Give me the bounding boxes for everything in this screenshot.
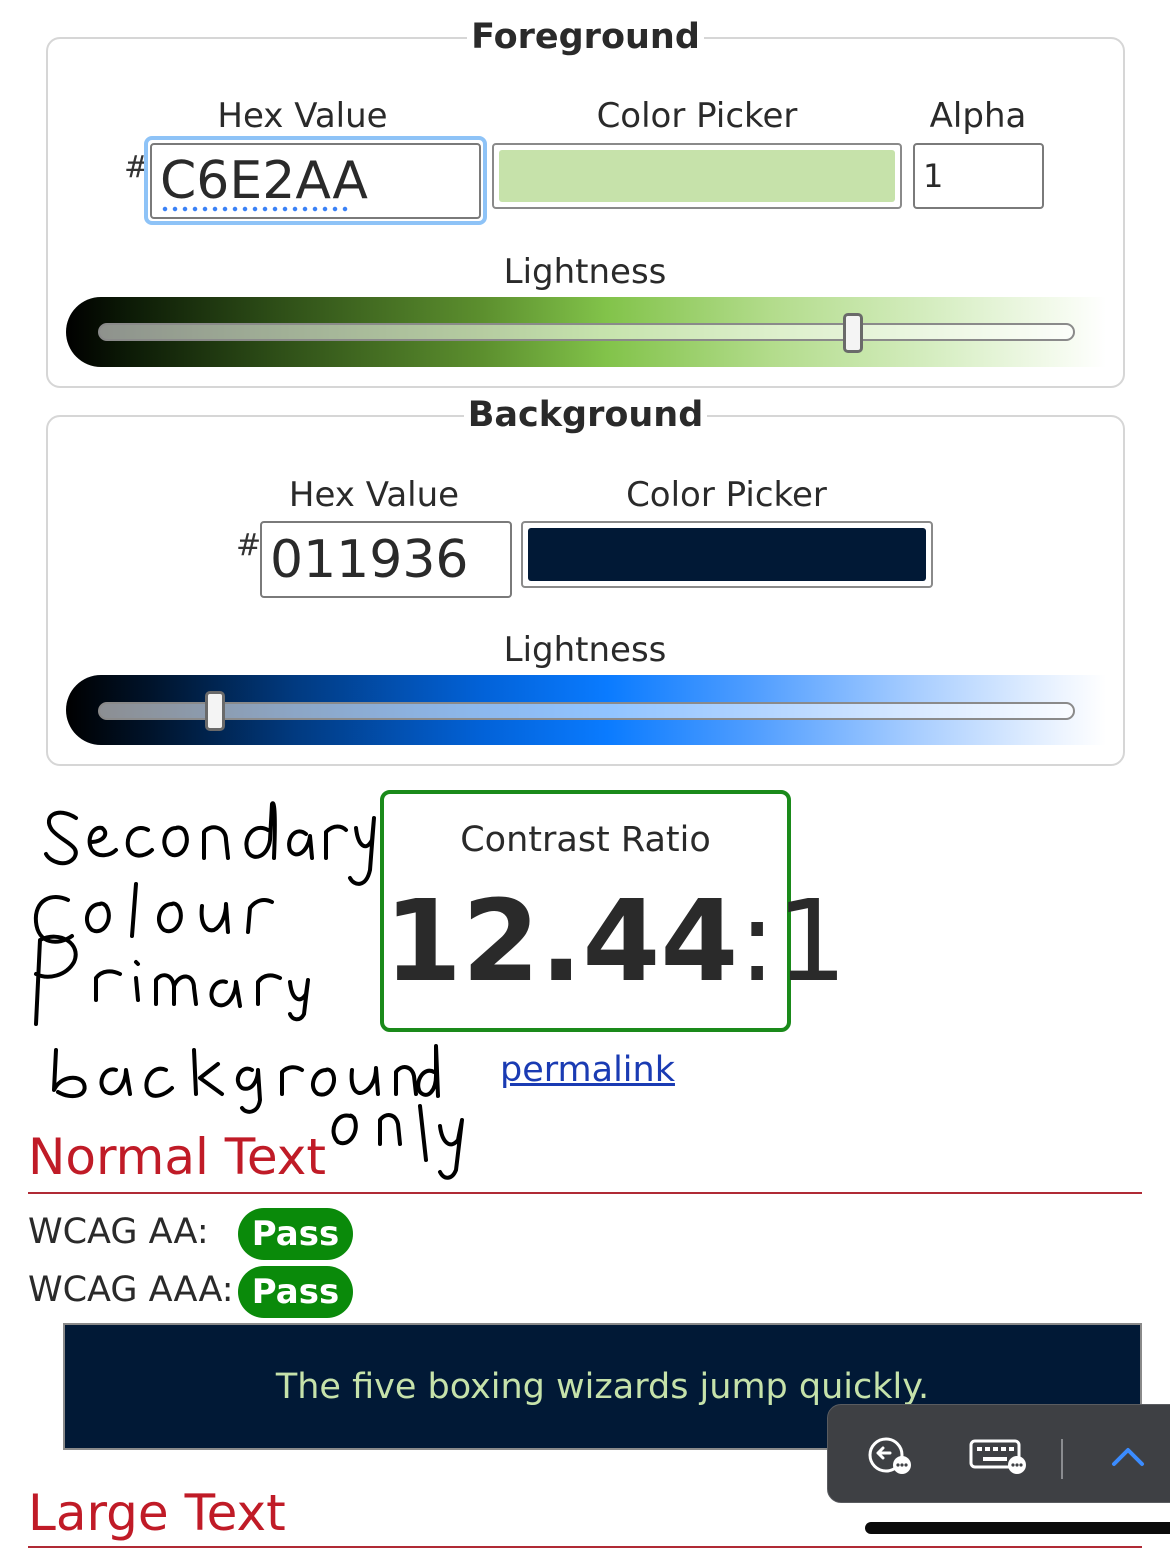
contrast-ratio-suffix: :1 [738,877,848,1007]
normal-text-divider [28,1192,1142,1194]
contrast-ratio-box: Contrast Ratio 12.44:1 [380,790,847,1032]
undo-chat-button[interactable] [856,1405,926,1504]
foreground-lightness-thumb[interactable] [843,313,863,353]
keyboard-toolbar [827,1404,1170,1503]
normal-text-heading: Normal Text [28,1128,326,1186]
foreground-picker-label: Color Picker [596,96,798,136]
keyboard-icon [969,1439,1026,1474]
foreground-color-swatch [499,150,895,202]
undo-chat-icon [868,1437,911,1474]
previous-field-button[interactable] [1098,1405,1158,1504]
permalink-link[interactable]: permalink [500,1050,675,1090]
background-color-swatch [528,528,926,581]
keyboard-button[interactable] [962,1405,1032,1504]
home-indicator [865,1522,1170,1534]
wcag-aaa-pass-badge: Pass [238,1266,353,1318]
toolbar-divider [1061,1439,1063,1479]
foreground-color-picker[interactable] [492,143,902,209]
wcag-aa-label: WCAG AA: [28,1212,209,1252]
foreground-alpha-input[interactable]: 1 [913,143,1044,209]
wcag-aaa-label: WCAG AAA: [28,1270,234,1310]
large-text-heading: Large Text [28,1484,286,1542]
background-picker-label: Color Picker [626,475,827,515]
contrast-ratio-number: 12.44 [384,877,739,1007]
background-color-picker[interactable] [521,521,933,588]
large-text-divider [28,1546,1142,1548]
foreground-alpha-label: Alpha [929,96,1027,136]
contrast-ratio-value: 12.44:1 [384,882,847,1002]
chevron-up-icon [1112,1447,1144,1466]
wcag-aa-pass-badge: Pass [238,1208,353,1260]
contrast-ratio-label: Contrast Ratio [460,820,711,860]
